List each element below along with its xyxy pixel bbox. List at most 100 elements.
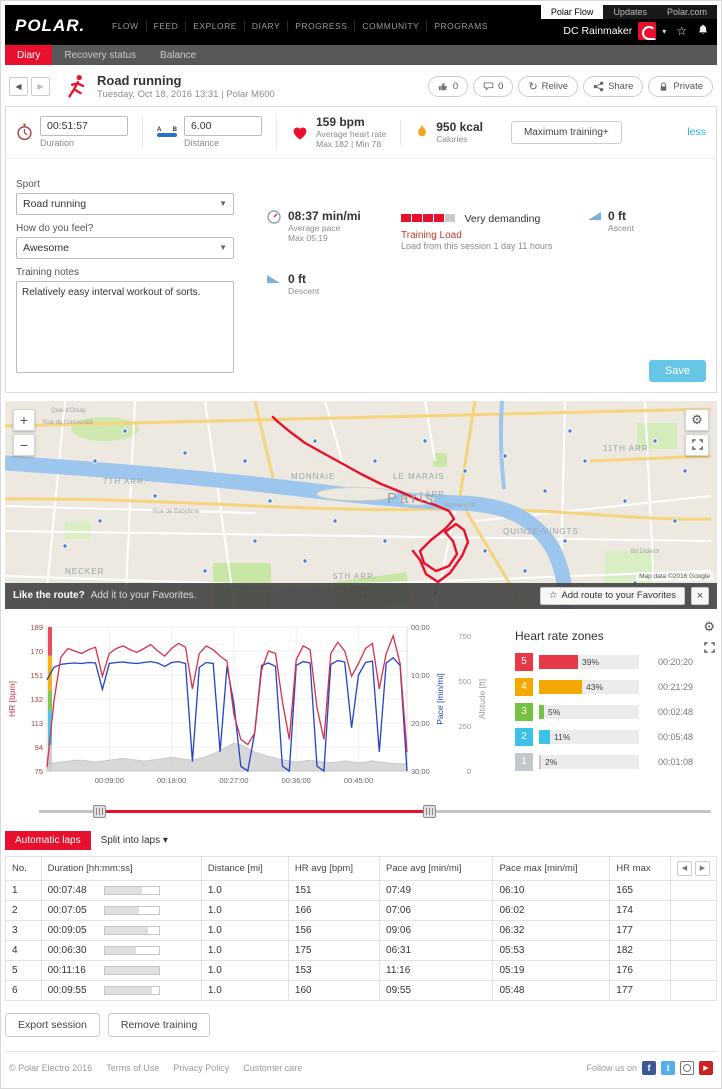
map-canvas: ParisLE MARAIS11TH ARR.MONNAIE7TH ARR.AR… xyxy=(5,400,712,609)
lap-row-3[interactable]: 3 00:09:05 1.0 156 09:06 06:32 177 xyxy=(5,919,717,941)
subnav-diary[interactable]: Diary xyxy=(5,45,53,65)
svg-text:Pace [min/mi]: Pace [min/mi] xyxy=(435,673,445,725)
nav-programs[interactable]: PROGRAMS xyxy=(427,21,495,31)
lap-row-1[interactable]: 1 00:07:48 1.0 151 07:49 06:10 165 xyxy=(5,879,717,901)
favorites-star-icon[interactable]: ☆ xyxy=(676,24,687,38)
relive-button[interactable]: ↻ Relive xyxy=(518,75,579,97)
transit-dot xyxy=(652,438,658,444)
lap-row-4[interactable]: 4 00:06:30 1.0 175 06:31 05:53 182 xyxy=(5,939,717,961)
facebook-icon[interactable]: f xyxy=(642,1060,656,1075)
relive-icon: ↻ xyxy=(528,80,538,93)
footer-link-terms-of-use[interactable]: Terms of Use xyxy=(106,1063,159,1073)
nav-community[interactable]: COMMUNITY xyxy=(355,21,428,31)
map-zoom-out-button[interactable]: − xyxy=(13,433,35,456)
laps-scroll-left-button[interactable]: ◀ xyxy=(677,860,692,876)
instagram-icon[interactable] xyxy=(680,1060,694,1075)
subnav-recovery-status[interactable]: Recovery status xyxy=(52,45,148,65)
transit-dot xyxy=(502,453,508,459)
polar-logo[interactable]: POLAR. xyxy=(15,16,85,36)
stat-duration: 00:51:57 Duration xyxy=(16,116,142,148)
lap-duration-value: 00:06:30 xyxy=(47,944,87,956)
training-load-column: Very demanding Training Load Load from t… xyxy=(401,171,586,378)
svg-text:500: 500 xyxy=(458,677,471,686)
zone-fill xyxy=(539,679,582,694)
pace-label: Average pace xyxy=(288,222,341,233)
tab-split-into-laps[interactable]: Split into laps ▾ xyxy=(101,835,168,846)
chevron-down-icon[interactable]: ▾ xyxy=(662,27,666,36)
transit-dot xyxy=(252,538,258,544)
transit-dot xyxy=(672,518,678,524)
training-curves-chart[interactable]: 00:09:00 00:18:00 00:27:00 00:36:00 00:45:00… xyxy=(5,619,505,801)
lap-duration: 00:09:05 xyxy=(40,919,202,941)
lap-row-5[interactable]: 5 00:11:16 1.0 153 11:16 05:19 176 xyxy=(5,959,717,981)
tab-automatic-laps[interactable]: Automatic laps xyxy=(5,830,91,850)
training-notes-input[interactable]: Relatively easy interval workout of sort… xyxy=(16,280,234,373)
close-banner-icon[interactable]: × xyxy=(691,586,709,605)
session-title-block: Road running Tuesday, Oct 18, 2016 13:31… xyxy=(97,73,275,100)
map-fullscreen-icon[interactable] xyxy=(685,433,709,456)
site-tab-updates[interactable]: Updates xyxy=(603,5,657,19)
nav-explore[interactable]: EXPLORE xyxy=(186,21,245,31)
scrubber-left-handle[interactable] xyxy=(93,804,107,818)
lap-duration: 00:07:48 xyxy=(40,879,202,901)
distance-ab-icon: AB xyxy=(157,127,177,138)
lap-duration-value: 00:07:48 xyxy=(47,884,87,896)
subnav-balance[interactable]: Balance xyxy=(148,45,208,65)
laps-col-header: HR avg [bpm] xyxy=(287,855,381,881)
transit-dot xyxy=(302,558,308,564)
heart-icon xyxy=(293,127,307,140)
avatar[interactable] xyxy=(638,22,657,40)
less-link[interactable]: less xyxy=(687,126,706,138)
zone-time: 00:20:20 xyxy=(657,656,693,667)
nav-diary[interactable]: DIARY xyxy=(244,21,289,31)
route-map[interactable]: Paris LE MARAIS 11TH ARR. MONNAIE 7TH ARR. AR… xyxy=(5,400,717,609)
nav-progress[interactable]: PROGRESS xyxy=(288,21,356,31)
zone-time: 00:05:48 xyxy=(657,731,693,742)
map-settings-gear-icon[interactable]: ⚙ xyxy=(685,408,709,431)
laps-scroll-right-button[interactable]: ▶ xyxy=(695,860,710,876)
training-benefit-button[interactable]: Maximum training+ xyxy=(510,120,622,144)
scrubber-right-handle[interactable] xyxy=(422,804,436,818)
user-name[interactable]: DC Rainmaker xyxy=(563,25,632,37)
zone-percent: 11% xyxy=(554,731,571,742)
notifications-bell-icon[interactable] xyxy=(697,23,709,39)
time-range-scrubber xyxy=(39,803,711,821)
sport-select[interactable]: Road running ▼ xyxy=(16,192,234,215)
youtube-icon[interactable]: ▶ xyxy=(699,1060,713,1075)
nav-feed[interactable]: FEED xyxy=(146,21,187,31)
chart-settings-gear-icon[interactable]: ⚙ xyxy=(703,619,715,635)
previous-session-button[interactable]: ◀ xyxy=(9,76,28,96)
follow-label: Follow us on xyxy=(586,1062,637,1073)
save-button[interactable]: Save xyxy=(648,359,706,382)
feel-select[interactable]: Awesome ▼ xyxy=(16,236,234,259)
svg-text:132: 132 xyxy=(30,695,43,704)
twitter-icon[interactable]: t xyxy=(661,1060,675,1075)
nav-flow[interactable]: FLOW xyxy=(105,21,147,31)
average-pace-metric: 08:37 min/mi Average pace Max 05:19 xyxy=(266,209,401,244)
map-label: Bd Henri IV xyxy=(445,503,476,509)
private-button[interactable]: Private xyxy=(648,75,713,97)
add-route-to-favorites-button[interactable]: ☆ Add route to your Favorites xyxy=(539,586,685,605)
duration-input[interactable]: 00:51:57 xyxy=(40,116,128,137)
share-button[interactable]: Share xyxy=(583,75,644,97)
comments-button[interactable]: 0 xyxy=(473,75,514,97)
export-session-button[interactable]: Export session xyxy=(5,1012,100,1037)
lap-row-2[interactable]: 2 00:07:05 1.0 166 07:06 06:02 174 xyxy=(5,899,717,921)
next-session-button[interactable]: ▶ xyxy=(31,76,50,96)
lap-row-6[interactable]: 6 00:09:55 1.0 160 09:55 05:48 177 xyxy=(5,979,717,1001)
svg-text:20:00: 20:00 xyxy=(411,719,430,728)
remove-training-button[interactable]: Remove training xyxy=(107,1012,211,1037)
site-tab-polar-flow[interactable]: Polar Flow xyxy=(540,5,604,19)
site-tab-polar-com[interactable]: Polar.com xyxy=(656,5,717,19)
distance-input[interactable]: 6.00 xyxy=(184,116,262,137)
lap-hr-max: 177 xyxy=(609,979,671,1001)
laps-col-header: Distance [mi] xyxy=(200,855,289,881)
lap-duration-value: 00:07:05 xyxy=(47,904,87,916)
footer-link-privacy-policy[interactable]: Privacy Policy xyxy=(173,1063,229,1073)
map-zoom-in-button[interactable]: + xyxy=(13,408,35,431)
scrubber-selected-range[interactable] xyxy=(99,809,429,813)
footer-link-customer-care[interactable]: Customer care xyxy=(243,1063,302,1073)
notes-label: Training notes xyxy=(16,266,79,278)
like-button[interactable]: 0 xyxy=(427,75,469,97)
chart-fullscreen-icon[interactable] xyxy=(703,641,715,656)
